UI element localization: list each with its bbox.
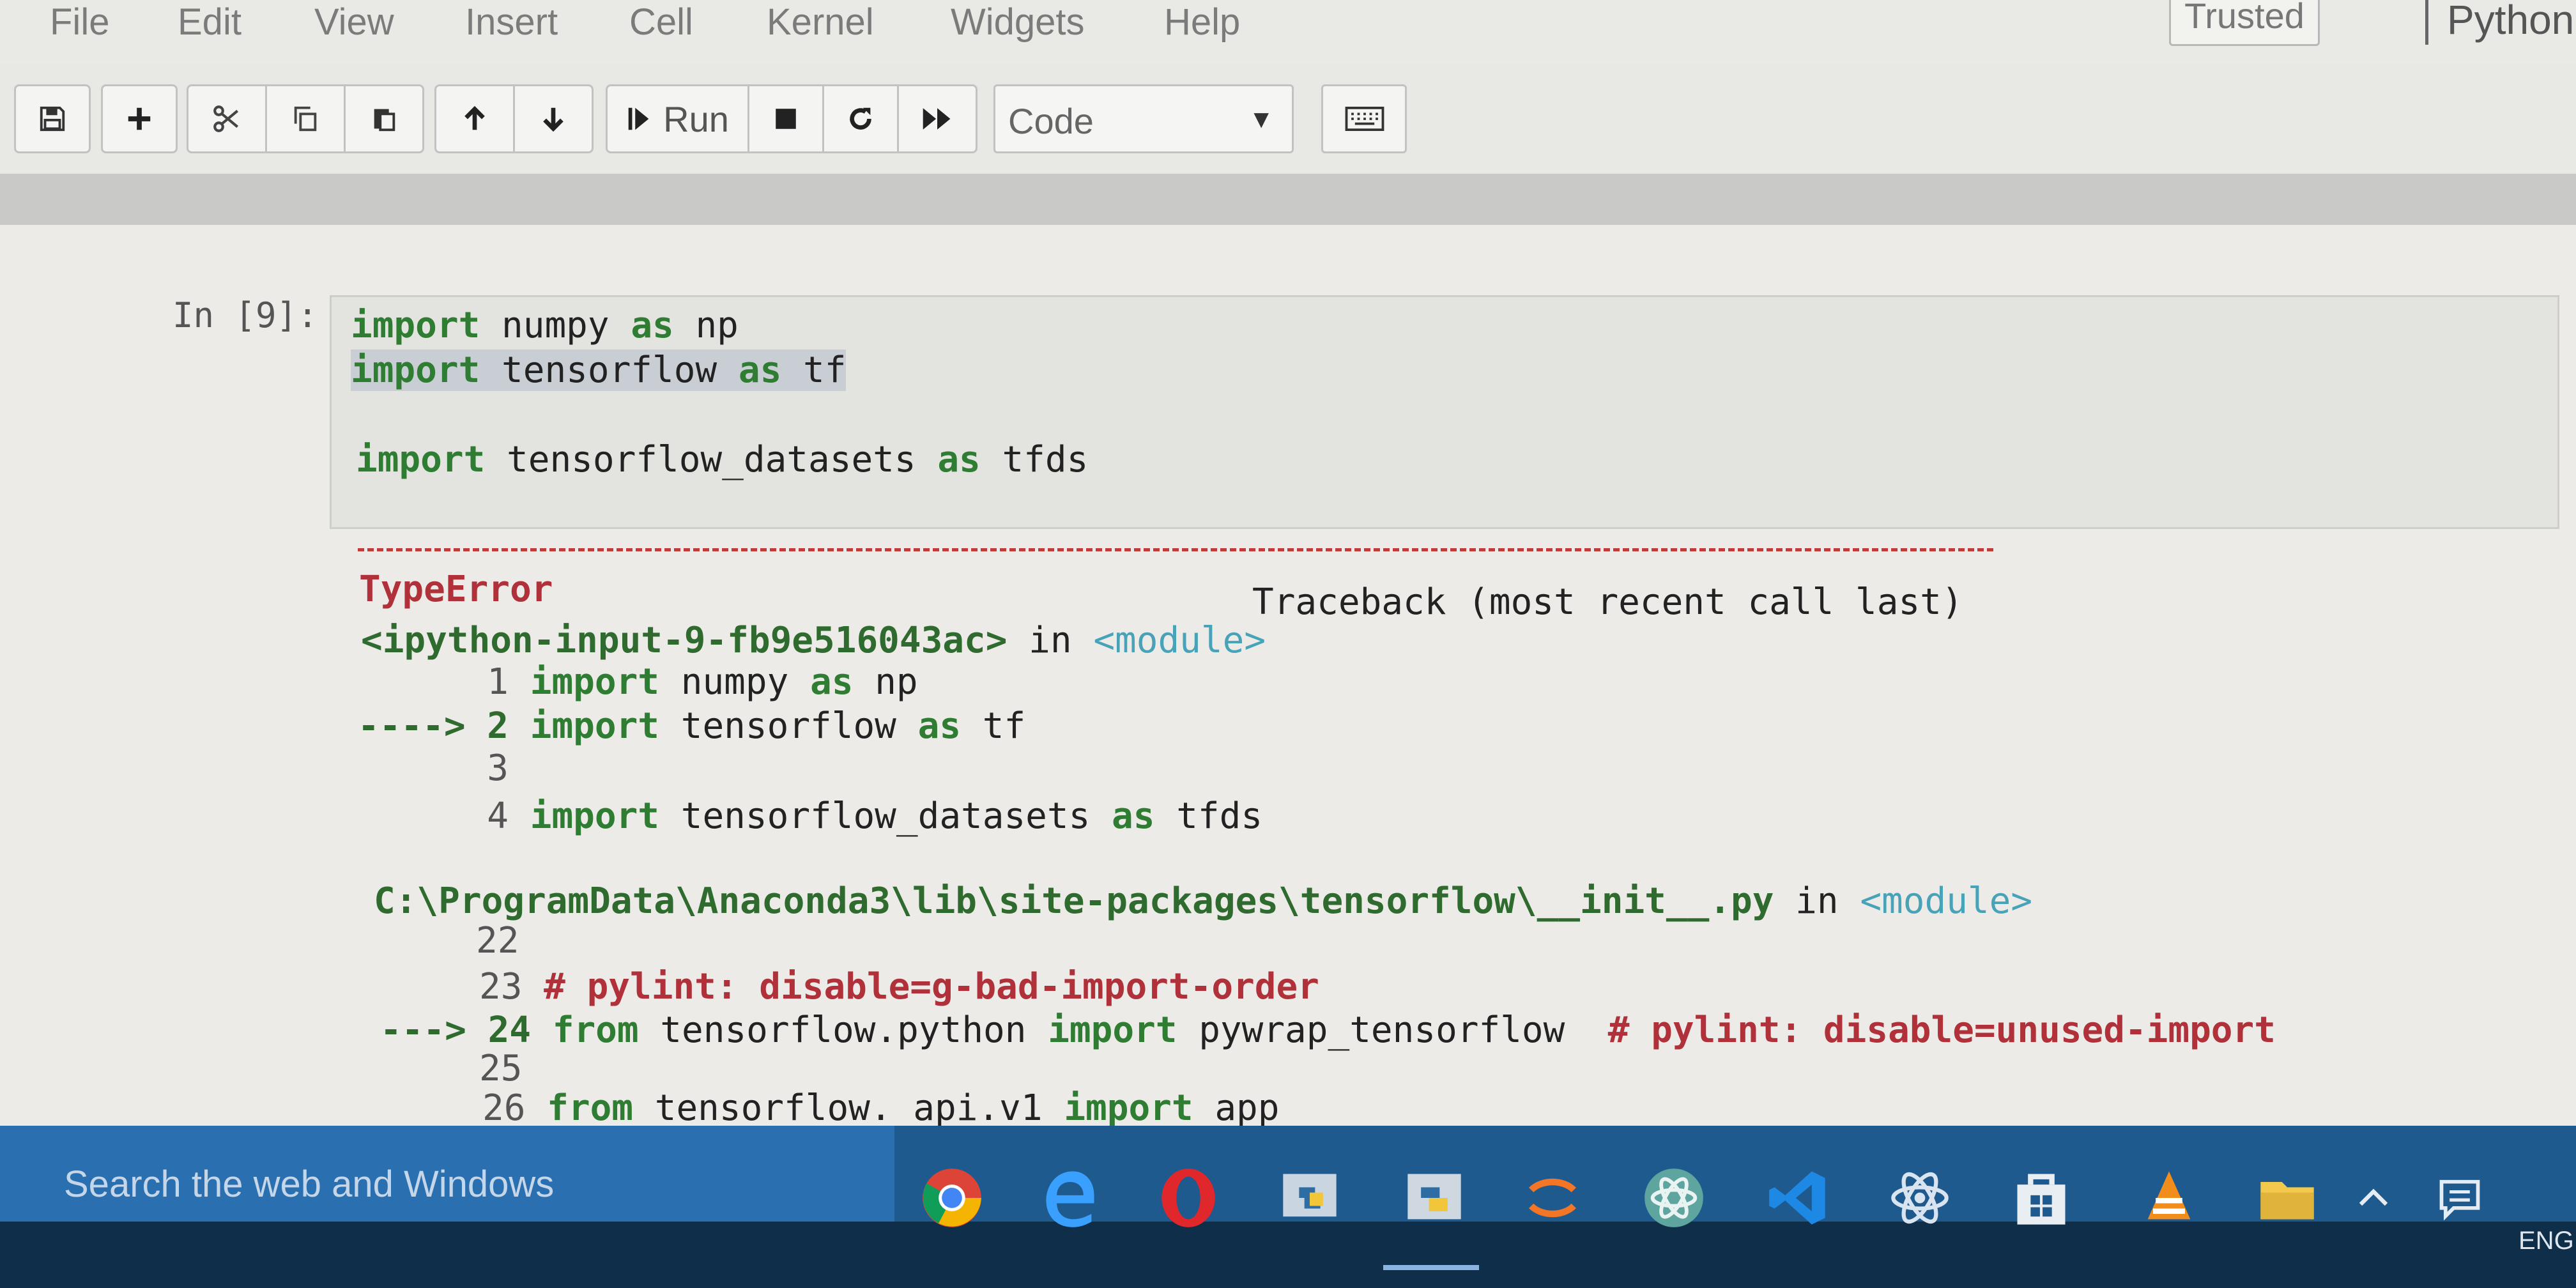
- save-button[interactable]: [14, 84, 91, 153]
- frame2-line-23: 23 # pylint: disable=g-bad-import-order: [479, 966, 1319, 1008]
- menu-insert[interactable]: Insert: [465, 0, 558, 45]
- step-forward-icon: [628, 107, 649, 130]
- header-divider: [0, 174, 2576, 225]
- screen: File Edit View Insert Cell Kernel Widget…: [0, 0, 2576, 1288]
- traceback-header: Traceback (most recent call last): [1252, 581, 1963, 623]
- file-explorer-icon[interactable]: [2252, 1163, 2322, 1233]
- code-line-2-selected: import tensorflow as tf: [351, 349, 847, 391]
- active-app-indicator: [1383, 1265, 1479, 1270]
- paste-icon: [374, 109, 395, 132]
- run-label: Run: [663, 98, 729, 139]
- kernel-name[interactable]: Python: [2447, 0, 2574, 42]
- frame1-header: <ipython-input-9-fb9e516043ac> in <modul…: [361, 620, 1266, 661]
- menu-file[interactable]: File: [50, 0, 109, 45]
- arrow-up-icon: [464, 105, 485, 130]
- code-line-1: import numpy as np: [351, 305, 739, 346]
- chevron-down-icon: ▼: [1248, 105, 1274, 134]
- notifications-icon[interactable]: [2428, 1163, 2492, 1233]
- vscode-icon[interactable]: [1763, 1163, 1834, 1233]
- menu-view[interactable]: View: [314, 0, 394, 45]
- menu-bar: File Edit View Insert Cell Kernel Widget…: [0, 0, 2576, 64]
- restart-icon: [850, 107, 871, 130]
- frame2-line-24-current: ---> 24 from tensorflow.python import py…: [380, 1009, 2276, 1051]
- edge-icon[interactable]: [1035, 1163, 1105, 1233]
- move-down-button[interactable]: [513, 84, 594, 153]
- menu-cell[interactable]: Cell: [629, 0, 693, 45]
- move-up-button[interactable]: [434, 84, 515, 153]
- command-palette-button[interactable]: [1321, 84, 1407, 153]
- frame2-line-25: 25: [479, 1048, 523, 1089]
- input-prompt: In [9]:: [172, 295, 318, 335]
- paste-button[interactable]: [344, 84, 424, 153]
- run-button[interactable]: Run: [606, 84, 749, 153]
- cell-type-select[interactable]: Code ▼: [993, 84, 1294, 153]
- code-cell-input[interactable]: import numpy as np import tensorflow as …: [330, 295, 2559, 529]
- cut-button[interactable]: [187, 84, 267, 153]
- frame2-header: C:\ProgramData\Anaconda3\lib\site-packag…: [374, 880, 2033, 922]
- frame2-line-22: 22: [476, 920, 519, 962]
- run-all-button[interactable]: [897, 84, 977, 153]
- frame2-line-26: 26 from tensorflow._api.v1 import app: [482, 1087, 1280, 1129]
- search-placeholder: Search the web and Windows: [64, 1163, 555, 1205]
- frame1-line-2-current: ----> 2 import tensorflow as tf: [358, 705, 1026, 747]
- vlc-icon[interactable]: [2134, 1163, 2204, 1233]
- restart-button[interactable]: [822, 84, 899, 153]
- chrome-icon[interactable]: [917, 1163, 987, 1233]
- menu-widgets[interactable]: Widgets: [951, 0, 1085, 45]
- insert-cell-button[interactable]: [101, 84, 178, 153]
- stop-icon: [776, 109, 796, 129]
- frame1-line-3: 3: [487, 747, 509, 789]
- trusted-indicator[interactable]: Trusted: [2169, 0, 2320, 46]
- error-type: TypeError: [359, 569, 553, 610]
- menu-help[interactable]: Help: [1164, 0, 1240, 45]
- plus-icon: [128, 107, 151, 130]
- save-icon: [40, 106, 65, 132]
- menu-kernel[interactable]: Kernel: [767, 0, 874, 45]
- frame1-line-1: 1 import numpy as np: [487, 661, 918, 703]
- frame1-line-4: 4 import tensorflow_datasets as tfds: [487, 795, 1263, 837]
- chevron-up-icon[interactable]: [2348, 1163, 2399, 1233]
- language-indicator[interactable]: ENG: [2518, 1227, 2574, 1255]
- python-icon[interactable]: [1399, 1163, 1469, 1233]
- interrupt-button[interactable]: [747, 84, 824, 153]
- opera-icon[interactable]: [1153, 1163, 1223, 1233]
- kernel-divider: [2425, 0, 2428, 45]
- keyboard-icon: [1345, 107, 1384, 131]
- atom-icon[interactable]: [1639, 1163, 1709, 1233]
- copy-icon: [294, 106, 317, 132]
- python-ide-icon[interactable]: [1275, 1163, 1345, 1233]
- menu-edit[interactable]: Edit: [178, 0, 241, 45]
- store-icon[interactable]: [2006, 1163, 2076, 1233]
- react-app-icon[interactable]: [1885, 1163, 1955, 1233]
- arrow-down-icon: [543, 107, 564, 132]
- jupyter-icon[interactable]: [1517, 1163, 1588, 1233]
- code-line-3: import tensorflow_datasets as tfds: [356, 439, 1089, 480]
- scissors-icon: [213, 105, 239, 132]
- traceback-separator: [358, 548, 1993, 551]
- fast-forward-icon: [923, 108, 951, 130]
- copy-button[interactable]: [265, 84, 346, 153]
- cell-type-value: Code: [1008, 101, 1094, 141]
